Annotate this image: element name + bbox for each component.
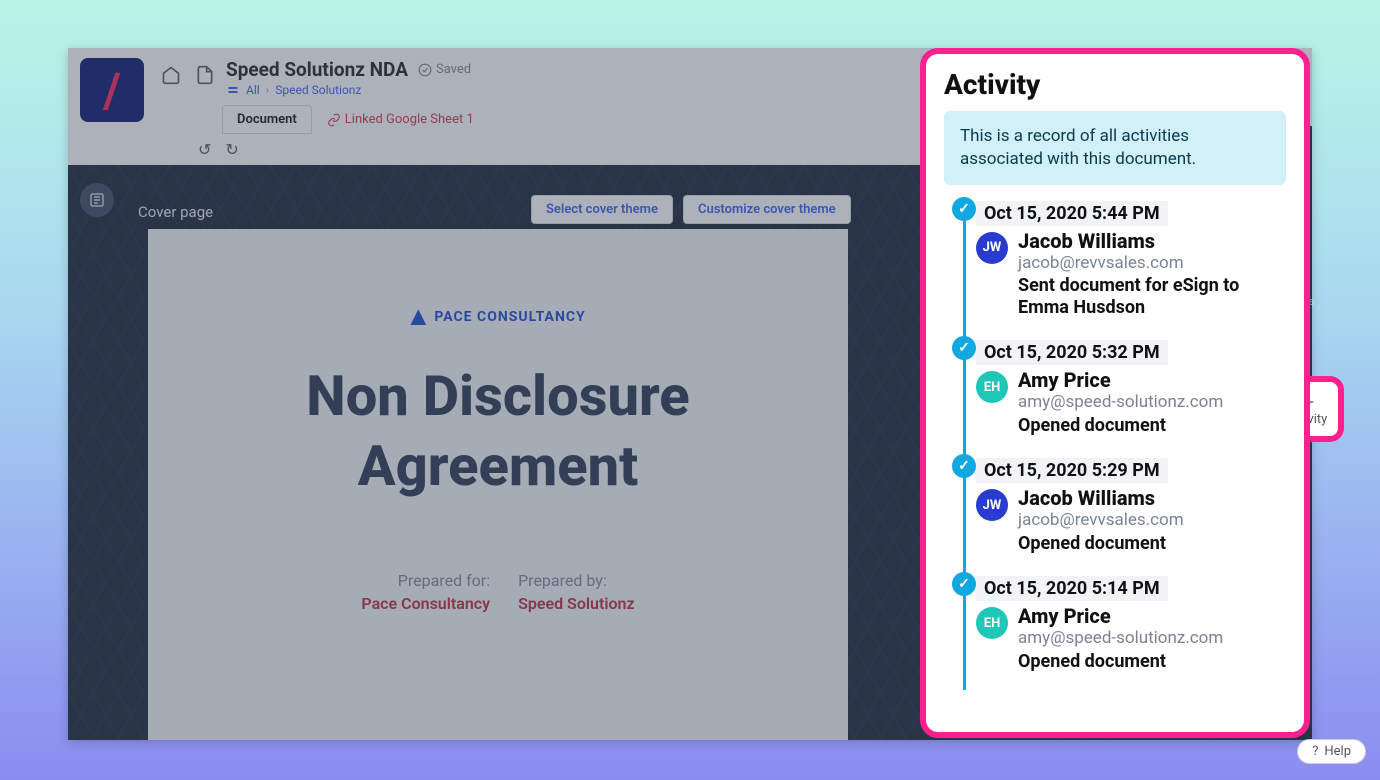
avatar: JW [976, 489, 1008, 521]
help-button[interactable]: ? Help [1297, 739, 1366, 764]
prepared-by-label: Prepared by: [518, 571, 635, 590]
prepared-for-label: Prepared for: [361, 571, 490, 590]
prepared-block: Prepared for: Pace Consultancy Prepared … [198, 571, 798, 613]
activity-date: Oct 15, 2020 5:29 PM [976, 458, 1168, 483]
home-icon[interactable] [158, 62, 184, 88]
activity-event: ✓Oct 15, 2020 5:14 PMEHAmy Priceamy@spee… [974, 572, 1286, 690]
tab-linked-sheet[interactable]: Linked Google Sheet 1 [312, 105, 489, 134]
breadcrumb-current[interactable]: Speed Solutionz [275, 83, 361, 97]
cover-page-label: Cover page [138, 203, 213, 221]
activity-date: Oct 15, 2020 5:32 PM [976, 340, 1168, 365]
activity-event: ✓Oct 15, 2020 5:29 PMJWJacob Williamsjac… [974, 454, 1286, 572]
saved-indicator: Saved [418, 62, 471, 77]
activity-user-email: jacob@revvsales.com [1018, 510, 1184, 530]
check-icon: ✓ [952, 336, 976, 360]
check-icon: ✓ [952, 572, 976, 596]
activity-description: This is a record of all activities assoc… [944, 111, 1286, 185]
activity-event: ✓Oct 15, 2020 5:44 PMJWJacob Williamsjac… [974, 197, 1286, 337]
avatar: EH [976, 607, 1008, 639]
activity-user-name: Amy Price [1018, 605, 1223, 628]
activity-timeline: ✓Oct 15, 2020 5:44 PMJWJacob Williamsjac… [944, 197, 1286, 691]
layers-icon[interactable] [80, 183, 114, 217]
activity-event: ✓Oct 15, 2020 5:32 PMEHAmy Priceamy@spee… [974, 336, 1286, 454]
breadcrumb[interactable]: All › Speed Solutionz [226, 83, 489, 97]
activity-date: Oct 15, 2020 5:14 PM [976, 576, 1168, 601]
activity-user-name: Amy Price [1018, 369, 1223, 392]
prepared-for-value: Pace Consultancy [361, 594, 490, 613]
avatar: EH [976, 371, 1008, 403]
activity-user-email: amy@speed-solutionz.com [1018, 628, 1223, 648]
customize-cover-theme-button[interactable]: Customize cover theme [683, 195, 851, 224]
prepared-by-value: Speed Solutionz [518, 594, 635, 613]
tabs: Document Linked Google Sheet 1 [222, 105, 489, 134]
document-heading: Non Disclosure Agreement [198, 361, 798, 501]
document-icon [192, 62, 218, 88]
breadcrumb-all[interactable]: All [246, 83, 260, 97]
help-icon: ? [1312, 744, 1318, 759]
check-icon: ✓ [952, 454, 976, 478]
tab-document[interactable]: Document [222, 105, 312, 134]
activity-action: Opened document [1018, 415, 1223, 437]
check-icon: ✓ [952, 197, 976, 221]
tab-linked-label: Linked Google Sheet 1 [345, 112, 474, 127]
undo-icon[interactable]: ↺ [198, 140, 211, 159]
document-page[interactable]: PACE CONSULTANCY Non Disclosure Agreemen… [148, 229, 848, 740]
activity-date: Oct 15, 2020 5:44 PM [976, 201, 1168, 226]
activity-user-name: Jacob Williams [1018, 230, 1286, 253]
activity-action: Opened document [1018, 651, 1223, 673]
activity-action: Sent document for eSign to Emma Husdson [1018, 275, 1286, 318]
document-title: Speed Solutionz NDA [226, 58, 408, 81]
activity-user-email: amy@speed-solutionz.com [1018, 392, 1223, 412]
activity-action: Opened document [1018, 533, 1184, 555]
title-block: Speed Solutionz NDA Saved All › Speed So… [226, 58, 489, 134]
avatar: JW [976, 232, 1008, 264]
activity-user-email: jacob@revvsales.com [1018, 253, 1286, 273]
brand-header: PACE CONSULTANCY [198, 309, 798, 325]
activity-panel: Activity This is a record of all activit… [920, 48, 1310, 738]
activity-user-name: Jacob Williams [1018, 487, 1184, 510]
saved-label: Saved [436, 62, 471, 77]
brand-logo-icon [410, 309, 426, 325]
redo-icon[interactable]: ↻ [225, 140, 238, 159]
app-logo[interactable]: / [80, 58, 144, 122]
activity-title: Activity [944, 68, 1286, 101]
help-label: Help [1324, 744, 1351, 759]
select-cover-theme-button[interactable]: Select cover theme [531, 195, 673, 224]
